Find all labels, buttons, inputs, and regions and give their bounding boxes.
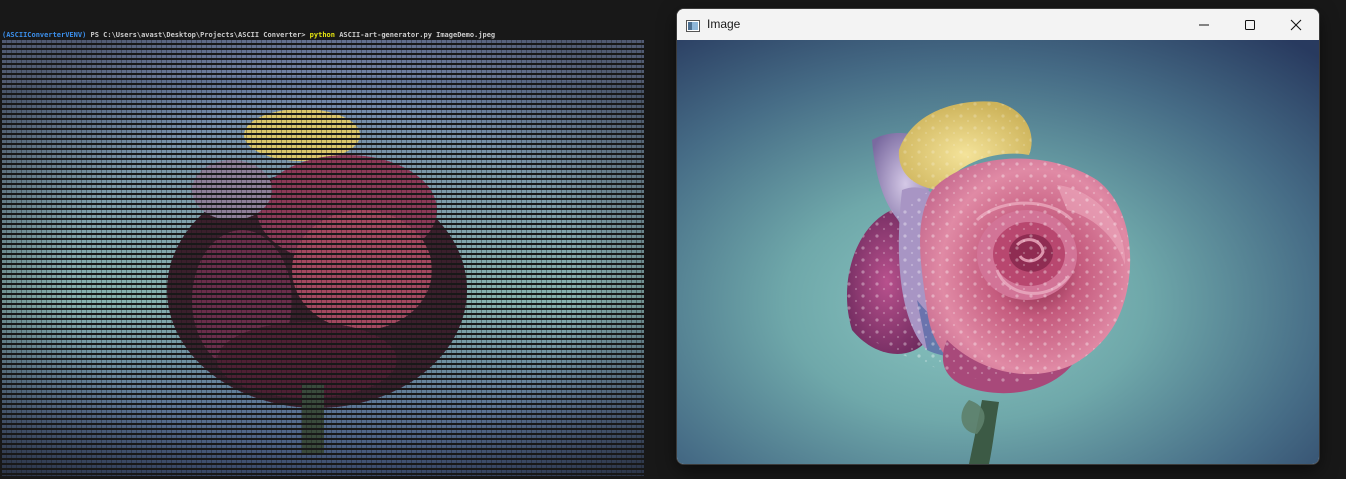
terminal-window[interactable]: (ASCIIConverterVENV) PS C:\Users\avast\D… <box>0 0 650 479</box>
terminal-scrollback <box>40 0 240 6</box>
command-name: python <box>309 31 335 39</box>
maximize-icon <box>1244 19 1256 31</box>
rose-photo <box>677 40 1319 464</box>
ascii-art-render <box>2 40 644 476</box>
venv-label: (ASCIIConverterVENV) <box>2 31 87 39</box>
command-args: ASCII-art-generator.py ImageDemo.jpeg <box>339 31 496 39</box>
desktop: (ASCIIConverterVENV) PS C:\Users\avast\D… <box>0 0 1346 479</box>
close-button[interactable] <box>1273 9 1319 40</box>
minimize-button[interactable] <box>1181 9 1227 40</box>
maximize-button[interactable] <box>1227 9 1273 40</box>
image-window-titlebar[interactable]: Image <box>677 9 1319 40</box>
image-display <box>677 40 1319 464</box>
close-icon <box>1290 19 1302 31</box>
image-window-title: Image <box>707 17 741 31</box>
image-window-icon <box>686 17 700 32</box>
image-window[interactable]: Image <box>677 9 1319 464</box>
minimize-icon <box>1198 19 1210 31</box>
prompt-path: PS C:\Users\avast\Desktop\Projects\ASCII… <box>90 31 306 39</box>
terminal-prompt-line: (ASCIIConverterVENV) PS C:\Users\avast\D… <box>2 31 495 40</box>
ascii-art-output <box>2 40 644 476</box>
